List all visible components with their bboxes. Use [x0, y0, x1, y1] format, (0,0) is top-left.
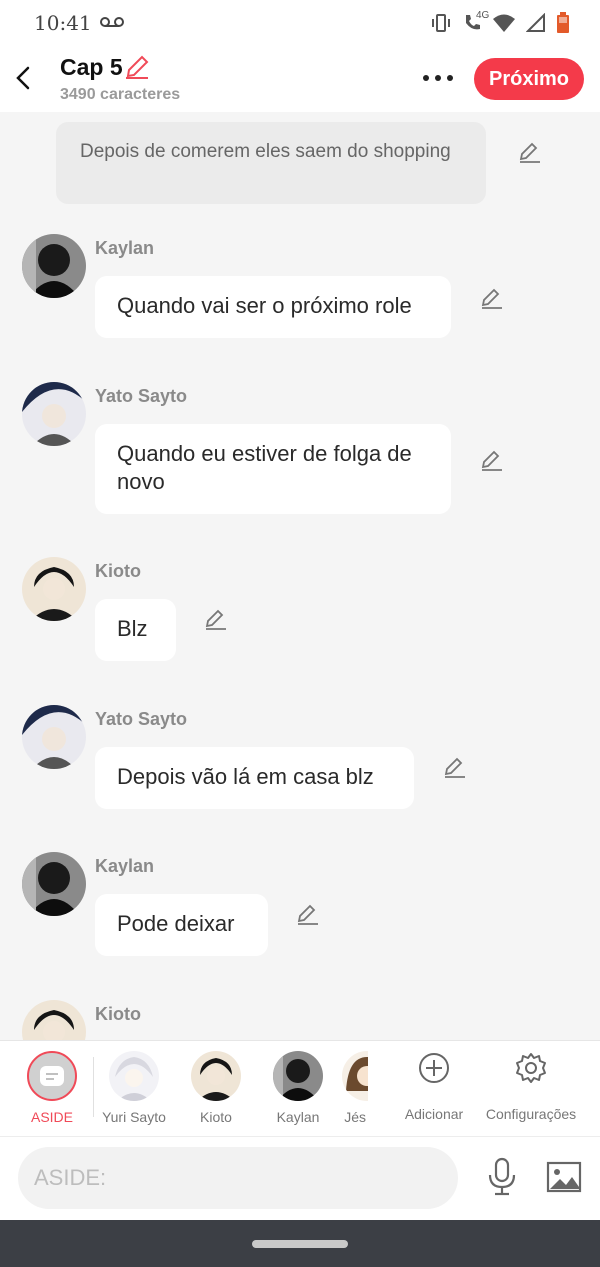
edit-icon[interactable]: [518, 142, 542, 164]
character-name: Kioto: [200, 1109, 232, 1125]
avatar-kaylan[interactable]: [22, 852, 86, 916]
message-icon: [40, 1066, 64, 1086]
chapter-title: Cap 5: [60, 54, 123, 80]
edit-icon[interactable]: [480, 288, 504, 310]
input-bar: [0, 1136, 600, 1220]
vibrate-icon: [432, 14, 450, 32]
call-4g-icon: 4G: [462, 10, 489, 33]
avatar-kioto[interactable]: [22, 557, 86, 621]
avatar-kioto[interactable]: [22, 1000, 86, 1040]
more-options-icon[interactable]: [420, 68, 456, 88]
aside-character[interactable]: ASIDE: [12, 1051, 92, 1125]
wifi-icon: [493, 14, 515, 32]
character-kioto[interactable]: Kioto: [176, 1051, 256, 1125]
chat-area[interactable]: Depois de comerem eles saem do shopping …: [0, 112, 600, 1040]
sender-name: Kaylan: [95, 856, 155, 876]
back-arrow-icon[interactable]: [12, 64, 36, 92]
edit-icon[interactable]: [204, 609, 228, 631]
microphone-icon[interactable]: [486, 1157, 518, 1197]
status-icons: 4G: [430, 10, 570, 34]
voicemail-icon: [100, 17, 124, 27]
add-character-button[interactable]: Adicionar: [394, 1051, 474, 1122]
message-input[interactable]: [18, 1147, 458, 1209]
add-label: Adicionar: [404, 1106, 464, 1122]
edit-icon[interactable]: [480, 450, 504, 472]
edit-icon[interactable]: [296, 904, 320, 926]
avatar: [191, 1051, 241, 1101]
character-count: 3490 caracteres: [60, 86, 181, 103]
edit-title-icon[interactable]: [124, 54, 150, 80]
character-kaylan[interactable]: Kaylan: [258, 1051, 338, 1125]
avatar-kaylan[interactable]: [22, 234, 86, 298]
sender-name: Yato Sayto: [95, 709, 188, 729]
avatar: [109, 1051, 159, 1101]
next-button[interactable]: Próximo: [474, 58, 584, 100]
avatar: [342, 1051, 368, 1101]
message-bubble[interactable]: Quando vai ser o próximo role: [95, 276, 451, 338]
home-gesture-pill[interactable]: [252, 1240, 348, 1248]
status-time: 10:41: [34, 11, 92, 35]
add-circle-icon: [419, 1053, 449, 1083]
avatar-yato-sayto[interactable]: [22, 382, 86, 446]
image-icon[interactable]: [546, 1161, 582, 1193]
character-name: Yuri Sayto: [102, 1109, 166, 1125]
aside-label: ASIDE: [30, 1109, 73, 1125]
system-nav-bar: [0, 1220, 600, 1267]
character-selector: ASIDE Yuri Sayto Kioto Kaylan Jés Adicio…: [0, 1040, 600, 1136]
gear-icon: [516, 1053, 546, 1083]
message-bubble[interactable]: Pode deixar: [95, 894, 268, 956]
message-bubble[interactable]: Blz: [95, 599, 176, 661]
character-jes[interactable]: Jés: [328, 1051, 368, 1125]
settings-button[interactable]: Configurações: [480, 1051, 582, 1122]
sender-name: Kioto: [95, 561, 141, 581]
message-bubble[interactable]: Depois vão lá em casa blz: [95, 747, 414, 809]
character-yuri-sayto[interactable]: Yuri Sayto: [94, 1051, 174, 1125]
character-name: Jés: [344, 1109, 366, 1125]
battery-icon: [557, 12, 569, 33]
avatar: [273, 1051, 323, 1101]
aside-avatar: [27, 1051, 77, 1101]
character-name: Kaylan: [276, 1109, 320, 1125]
sender-name: Yato Sayto: [95, 386, 188, 406]
sender-name: Kioto: [95, 1004, 141, 1024]
status-bar: 10:41 4G: [0, 0, 600, 48]
network-type-label: 4G: [476, 10, 490, 21]
edit-icon[interactable]: [443, 757, 467, 779]
avatar-yato-sayto[interactable]: [22, 705, 86, 769]
narration-bubble[interactable]: Depois de comerem eles saem do shopping: [56, 122, 486, 204]
sender-name: Kaylan: [95, 238, 155, 258]
chapter-header: Cap 5 3490 caracteres Próximo: [0, 48, 600, 112]
settings-label: Configurações: [485, 1106, 577, 1122]
signal-icon: [526, 13, 545, 32]
message-bubble[interactable]: Quando eu estiver de folga de novo: [95, 424, 451, 514]
